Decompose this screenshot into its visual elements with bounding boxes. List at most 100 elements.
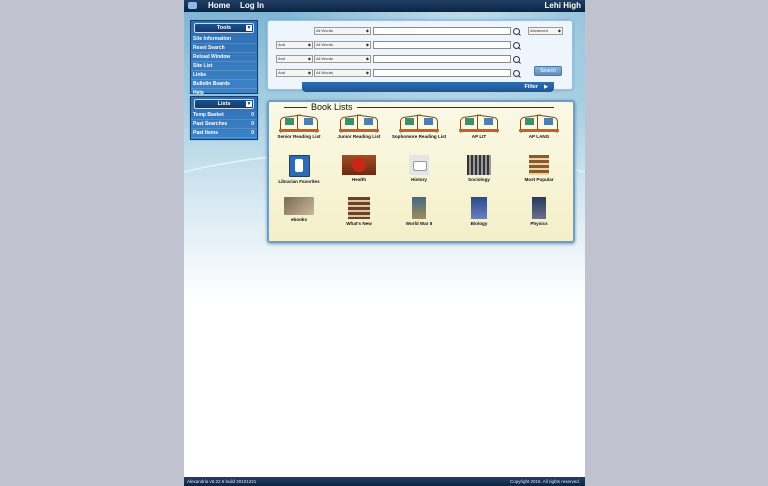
tools-menu-title: Tools — [216, 25, 232, 31]
book-list-biology[interactable]: Biology — [449, 197, 509, 226]
select-arrow-icon: ◆ — [557, 28, 561, 33]
boolean-select-value: And — [278, 70, 286, 75]
search-input[interactable] — [373, 41, 511, 49]
book-list-ap-lang[interactable]: AP LANG — [509, 114, 569, 139]
book-list-label: Sociology — [468, 177, 490, 182]
search-input[interactable] — [373, 27, 511, 35]
book-list-most-popular[interactable]: Most Popular — [509, 155, 569, 182]
search-row: And ◆ All Words ◆ — [268, 69, 572, 78]
book-list-world-war-ii[interactable]: World War II — [389, 197, 449, 226]
boolean-select-value: And — [278, 42, 286, 47]
chevron-down-icon[interactable]: ▼ — [246, 101, 252, 107]
field-select-value: All Words — [316, 42, 334, 47]
book-list-physics[interactable]: Physics — [509, 197, 569, 226]
book-list-history[interactable]: History — [389, 155, 449, 182]
book-stack-icon — [529, 155, 549, 175]
field-select[interactable]: All Words ◆ — [314, 69, 371, 77]
list-item-label: Past Searches — [193, 121, 228, 127]
book-list-label: Health — [351, 177, 367, 182]
search-input[interactable] — [373, 55, 511, 63]
book-list-sophomore-reading[interactable]: Sophomore Reading List — [389, 114, 449, 139]
select-arrow-icon: ◆ — [307, 70, 311, 75]
menu-item-bulletin-boards[interactable]: Bulletin Boards — [191, 80, 257, 89]
boolean-select[interactable]: And ◆ — [276, 41, 313, 49]
book-list-whats-new[interactable]: What's New — [329, 197, 389, 226]
menu-item-links[interactable]: Links — [191, 71, 257, 80]
book-list-health[interactable]: Health — [329, 155, 389, 182]
book-list-label: ebooks — [290, 217, 308, 222]
boolean-select[interactable]: And ◆ — [276, 69, 313, 77]
field-select-value: All Words — [316, 28, 334, 33]
book-list-senior-reading[interactable]: Senior Reading List — [269, 114, 329, 139]
search-row: And ◆ All Words ◆ — [268, 55, 572, 64]
lists-menu-header[interactable]: Lists ▼ — [194, 99, 254, 109]
book-list-label: Librarian Favorites — [278, 179, 320, 184]
list-item-count: 0 — [251, 130, 254, 136]
search-row: And ◆ All Words ◆ — [268, 41, 572, 50]
search-icon[interactable] — [513, 70, 520, 77]
book-list-sociology[interactable]: Sociology — [449, 155, 509, 182]
book-list-label: History — [411, 177, 427, 182]
field-select-value: All Words — [316, 56, 334, 61]
select-arrow-icon: ◆ — [365, 70, 369, 75]
lists-menu: Lists ▼ Temp Basket 0 Past Searches 0 Pa… — [190, 96, 258, 140]
book-list-librarian-favorites[interactable]: Librarian Favorites — [269, 155, 329, 184]
search-row: All Words ◆ Advanced ◆ — [268, 27, 572, 36]
list-item-label: Past Items — [193, 130, 219, 136]
login-link[interactable]: Log In — [240, 1, 264, 10]
list-item-count: 0 — [251, 112, 254, 118]
open-book-icon — [279, 114, 319, 133]
book-list-label: AP LANG — [528, 134, 550, 139]
filter-label: Filter — [524, 84, 538, 90]
select-arrow-icon: ◆ — [365, 42, 369, 47]
site-name: Lehi High — [544, 1, 581, 10]
search-icon[interactable] — [513, 56, 520, 63]
book-list-ap-lit[interactable]: AP LIT — [449, 114, 509, 139]
top-bar: Home Log In Lehi High — [184, 0, 585, 12]
app-window: Home Log In Lehi High Tools ▼ Site Infor… — [184, 0, 585, 486]
select-arrow-icon: ◆ — [365, 56, 369, 61]
open-book-icon — [339, 114, 379, 133]
search-icon[interactable] — [513, 42, 520, 49]
search-input[interactable] — [373, 69, 511, 77]
book-list-ebooks[interactable]: ebooks — [269, 197, 329, 222]
footer: Alexandria v6.22.6 build 20101221 Copyri… — [184, 477, 585, 486]
ww2-icon — [412, 197, 426, 219]
crowd-icon — [467, 155, 491, 175]
chevron-down-icon[interactable]: ▼ — [246, 25, 252, 31]
boolean-select[interactable]: And ◆ — [276, 55, 313, 63]
menu-item-reset-search[interactable]: Reset Search — [191, 44, 257, 53]
field-select-value: All Words — [316, 70, 334, 75]
select-arrow-icon: ◆ — [307, 56, 311, 61]
new-books-icon — [348, 197, 370, 219]
version-text: Alexandria v6.22.6 build 20101221 — [187, 479, 257, 484]
home-link[interactable]: Home — [208, 1, 230, 10]
list-item-past-searches[interactable]: Past Searches 0 — [191, 120, 257, 129]
book-list-label: World War II — [405, 221, 433, 226]
search-button[interactable]: Search — [534, 66, 562, 76]
field-select[interactable]: All Words ◆ — [314, 55, 371, 63]
book-list-label: Senior Reading List — [277, 134, 321, 139]
boolean-select-value: And — [278, 56, 286, 61]
apple-icon — [342, 155, 376, 175]
book-list-label: Sophomore Reading List — [391, 134, 447, 139]
list-item-past-items[interactable]: Past Items 0 — [191, 129, 257, 138]
menu-item-site-information[interactable]: Site Information — [191, 35, 257, 44]
chat-icon[interactable] — [188, 2, 197, 9]
list-item-temp-basket[interactable]: Temp Basket 0 — [191, 111, 257, 120]
physics-icon — [532, 197, 546, 219]
tools-menu-header[interactable]: Tools ▼ — [194, 23, 254, 33]
field-select[interactable]: All Words ◆ — [314, 41, 371, 49]
menu-item-reload-window[interactable]: Reload Window — [191, 53, 257, 62]
filter-button[interactable]: Filter ▶ — [302, 82, 554, 92]
ebook-icon — [284, 197, 314, 215]
librarian-icon — [288, 155, 310, 177]
menu-item-site-list[interactable]: Site List — [191, 62, 257, 71]
mode-select[interactable]: Advanced ◆ — [528, 27, 563, 35]
field-select[interactable]: All Words ◆ — [314, 27, 371, 35]
tools-menu: Tools ▼ Site Information Reset Search Re… — [190, 20, 258, 98]
book-list-label: Most Popular — [524, 177, 554, 182]
open-book-icon — [459, 114, 499, 133]
search-icon[interactable] — [513, 28, 520, 35]
book-list-junior-reading[interactable]: Junior Reading List — [329, 114, 389, 139]
